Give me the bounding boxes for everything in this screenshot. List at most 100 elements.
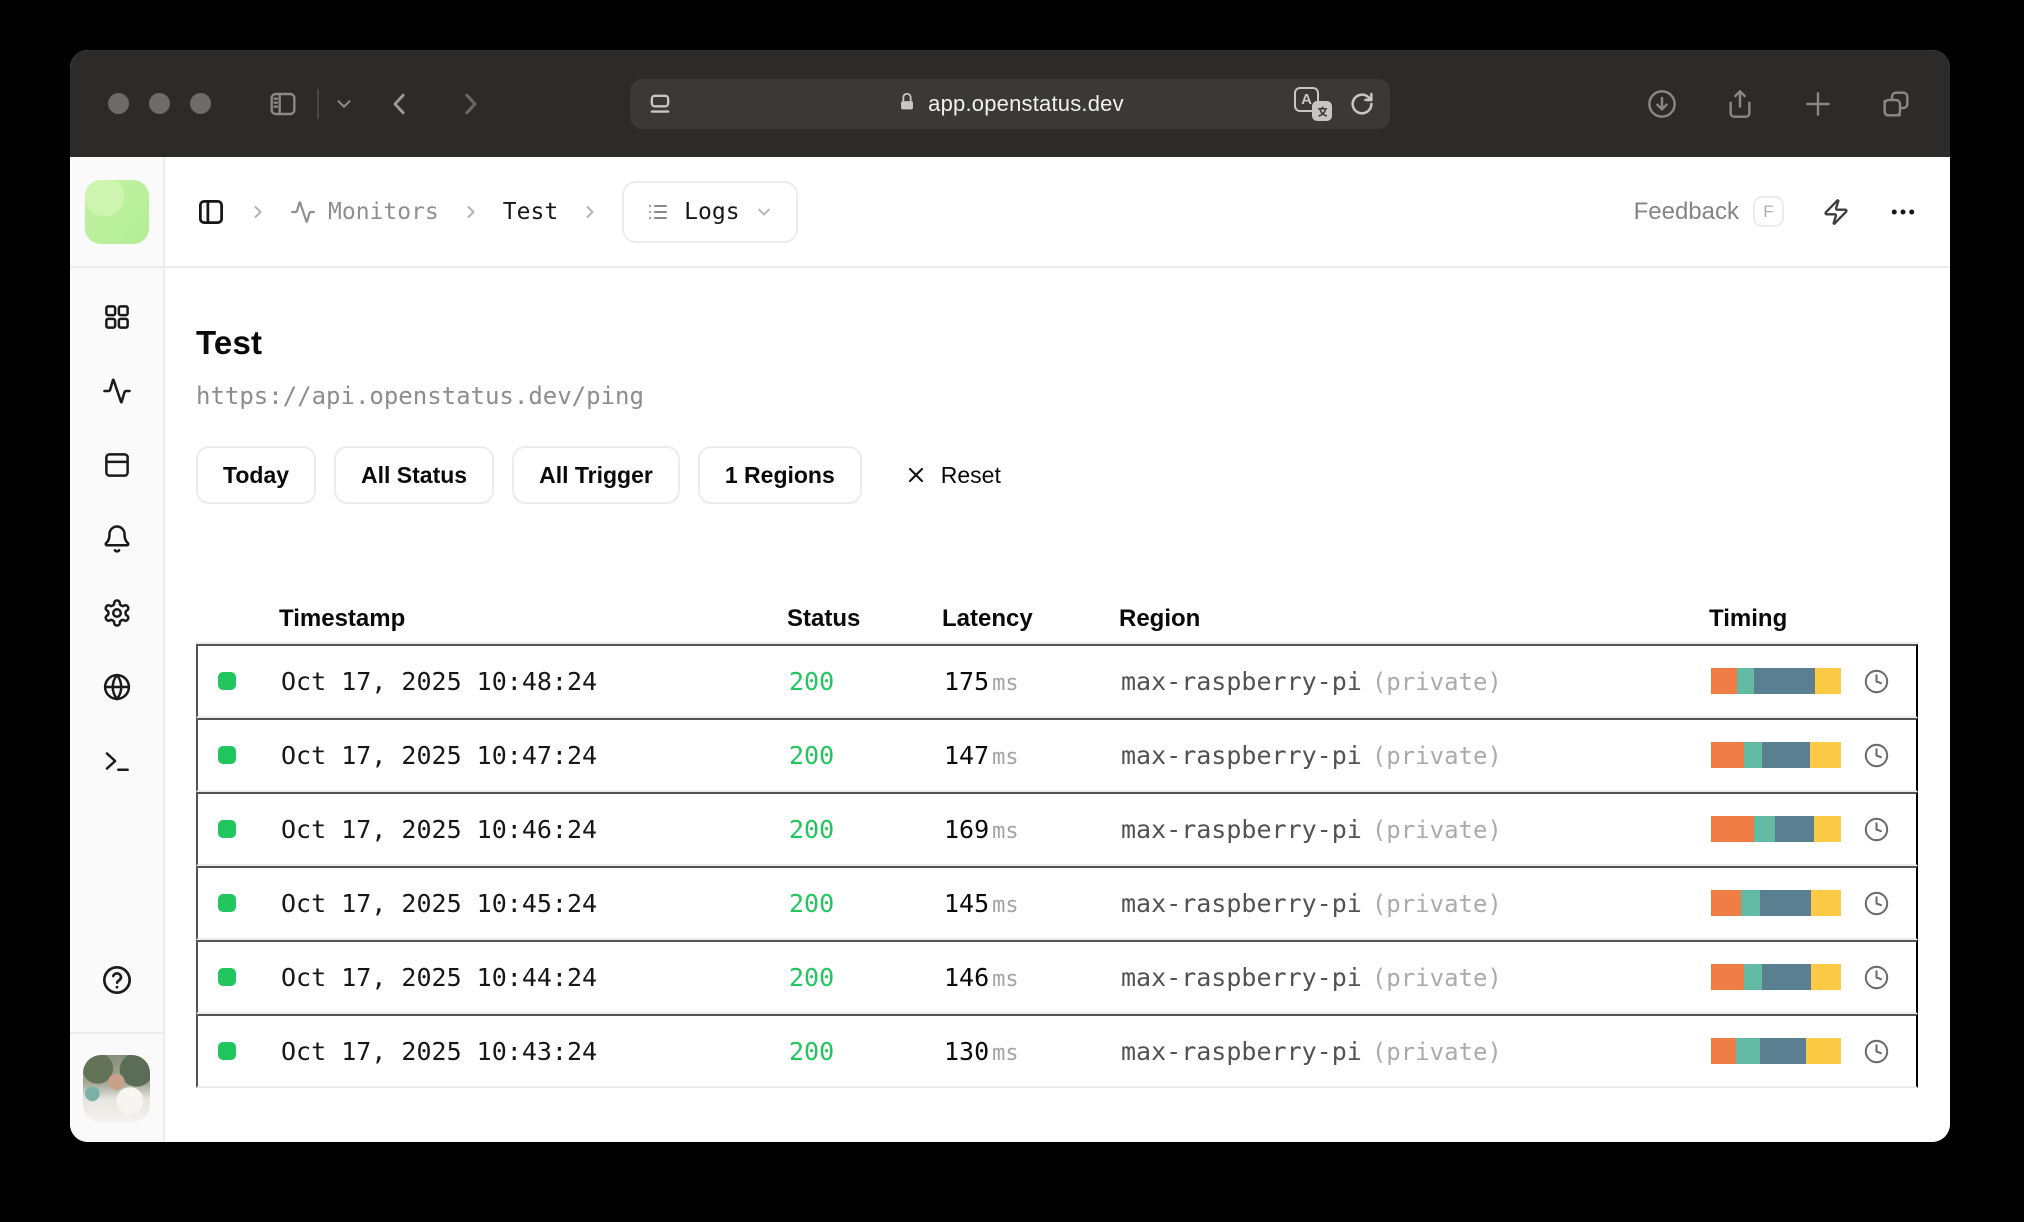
sidebar-chevron-down-icon[interactable] [333, 93, 355, 115]
close-window-button[interactable] [108, 93, 129, 114]
forward-button[interactable] [455, 89, 485, 119]
table-row[interactable]: Oct 17, 2025 10:43:24 200 130 ms max-rasp… [196, 1014, 1918, 1088]
back-button[interactable] [385, 89, 415, 119]
zoom-window-button[interactable] [190, 93, 211, 114]
view-selector-logs[interactable]: Logs [622, 180, 798, 243]
table-row[interactable]: Oct 17, 2025 10:46:24 200 169 ms max-rasp… [196, 792, 1918, 866]
cell-status: 200 [789, 888, 835, 918]
status-ok-square [218, 968, 236, 986]
clock-icon[interactable] [1863, 890, 1890, 917]
cell-timing [1711, 668, 1916, 695]
downloads-icon[interactable] [1646, 88, 1678, 120]
zap-icon[interactable] [1822, 198, 1850, 226]
timing-segment [1805, 1038, 1841, 1064]
cell-status: 200 [789, 1036, 835, 1066]
cell-timing [1711, 1038, 1916, 1065]
cell-timing [1711, 816, 1916, 843]
timing-segment [1774, 816, 1814, 842]
help-button[interactable] [101, 964, 133, 996]
timing-segment [1811, 890, 1841, 916]
logs-table: Timestamp Status Latency Region Timing O… [196, 596, 1918, 1088]
sidebar-item-settings[interactable] [101, 597, 133, 629]
url-text: app.openstatus.dev [928, 91, 1124, 116]
cell-region: max-raspberry-pi (private) [1121, 740, 1502, 770]
clock-icon[interactable] [1863, 668, 1890, 695]
table-row[interactable]: Oct 17, 2025 10:45:24 200 145 ms max-rasp… [196, 866, 1918, 940]
status-ok-square [218, 746, 236, 764]
filter-trigger[interactable]: All Trigger [512, 446, 680, 504]
col-status: Status [787, 605, 861, 632]
chevron-right-icon [461, 202, 481, 222]
cell-region: max-raspberry-pi (private) [1121, 814, 1502, 844]
cell-timestamp: Oct 17, 2025 10:43:24 [281, 1036, 598, 1066]
col-region: Region [1119, 605, 1201, 632]
status-ok-square [218, 820, 236, 838]
timing-segment [1814, 668, 1841, 694]
reset-filters-button[interactable]: Reset [904, 462, 1001, 489]
monitor-endpoint: https://api.openstatus.dev/ping [196, 382, 644, 410]
browser-sidebar-icon[interactable] [267, 88, 299, 120]
timing-segment [1813, 816, 1841, 842]
tabs-overview-icon[interactable] [1880, 88, 1912, 120]
filter-regions[interactable]: 1 Regions [697, 446, 862, 504]
address-bar[interactable]: app.openstatus.dev A [630, 79, 1390, 129]
clock-icon[interactable] [1863, 742, 1890, 769]
cell-latency: 146 ms [944, 962, 1019, 992]
cell-timestamp: Oct 17, 2025 10:46:24 [281, 814, 598, 844]
toolbar-divider [317, 88, 319, 119]
traffic-lights [108, 93, 211, 114]
cell-timestamp: Oct 17, 2025 10:45:24 [281, 888, 598, 918]
timing-bar [1711, 816, 1841, 842]
cell-region: max-raspberry-pi (private) [1121, 1036, 1502, 1066]
globe-icon [103, 673, 130, 701]
table-row[interactable]: Oct 17, 2025 10:44:24 200 146 ms max-rasp… [196, 940, 1918, 1014]
breadcrumb-monitors[interactable]: Monitors [290, 199, 439, 225]
cell-timestamp: Oct 17, 2025 10:44:24 [281, 962, 598, 992]
timing-segment [1753, 816, 1775, 842]
sidebar-item-notifications[interactable] [101, 523, 133, 555]
timing-segment [1761, 964, 1812, 990]
translate-icon[interactable]: A [1294, 87, 1332, 121]
panel-toggle-icon[interactable] [196, 197, 226, 227]
clock-icon[interactable] [1863, 816, 1890, 843]
cell-status: 200 [789, 740, 835, 770]
status-ok-square [218, 1042, 236, 1060]
sidebar-item-globe[interactable] [101, 671, 133, 703]
timing-segment [1737, 668, 1754, 694]
minimize-window-button[interactable] [149, 93, 170, 114]
breadcrumb: Monitors Test Logs [196, 180, 798, 243]
sidebar-item-monitors[interactable] [101, 375, 133, 407]
workspace-logo[interactable] [84, 179, 149, 244]
breadcrumb-monitor-name[interactable]: Test [503, 199, 558, 225]
app-sidebar-rail [70, 157, 165, 1142]
sidebar-item-dashboard[interactable] [101, 301, 133, 333]
cell-latency: 147 ms [944, 740, 1019, 770]
more-options-icon[interactable] [1888, 197, 1918, 227]
shortcut-badge: F [1753, 196, 1784, 227]
table-header: Timestamp Status Latency Region Timing [196, 596, 1918, 644]
clock-icon[interactable] [1863, 964, 1890, 991]
sidebar-item-status-pages[interactable] [101, 449, 133, 481]
filter-status[interactable]: All Status [334, 446, 495, 504]
cell-timing [1711, 964, 1916, 991]
clock-icon[interactable] [1863, 1038, 1890, 1065]
cell-timing [1711, 890, 1916, 917]
col-timing: Timing [1709, 605, 1788, 632]
reload-icon[interactable] [1348, 90, 1376, 118]
chevron-down-icon [757, 208, 770, 215]
help-circle-icon [102, 966, 131, 994]
table-row[interactable]: Oct 17, 2025 10:48:24 200 175 ms max-rasp… [196, 644, 1918, 718]
feedback-button[interactable]: Feedback F [1634, 196, 1784, 227]
timing-segment [1811, 964, 1841, 990]
filter-date[interactable]: Today [196, 446, 317, 504]
app-header: Monitors Test Logs Feedback F [165, 157, 1950, 268]
cell-region: max-raspberry-pi (private) [1121, 962, 1502, 992]
share-icon[interactable] [1724, 88, 1756, 120]
table-row[interactable]: Oct 17, 2025 10:47:24 200 147 ms max-rasp… [196, 718, 1918, 792]
timing-segment [1760, 890, 1812, 916]
user-avatar[interactable] [83, 1054, 150, 1122]
sidebar-item-terminal[interactable] [101, 745, 133, 777]
timing-segment [1735, 1038, 1761, 1064]
new-tab-icon[interactable] [1802, 88, 1834, 120]
chevron-right-icon [248, 202, 268, 222]
